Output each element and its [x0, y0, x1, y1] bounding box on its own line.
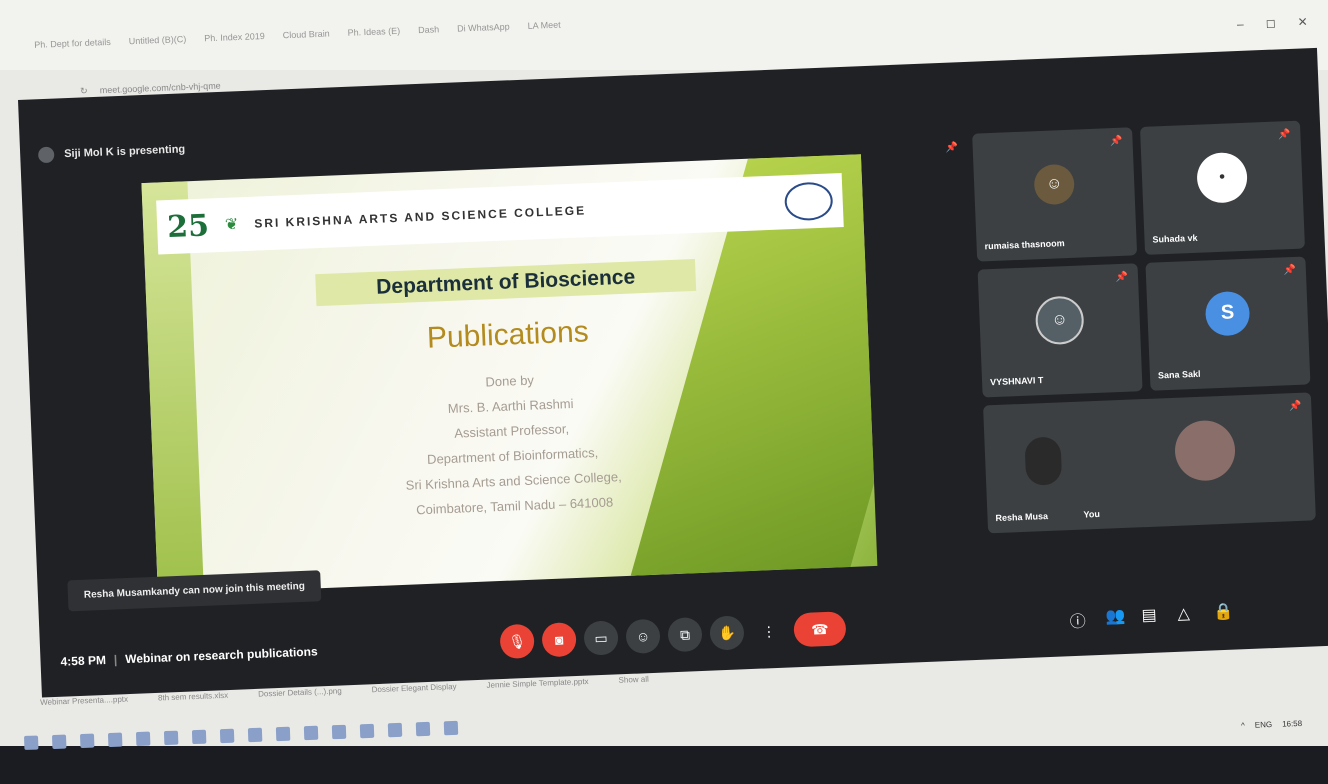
- window-controls: – ◻ ✕: [1237, 15, 1308, 31]
- avatar: [1024, 436, 1063, 486]
- browser-tab[interactable]: Ph. Ideas (E): [343, 24, 404, 40]
- taskbar-icons: [24, 720, 459, 750]
- college-name: SRI KRISHNA ARTS AND SCIENCE COLLEGE: [254, 203, 587, 231]
- pin-icon[interactable]: 📌: [1289, 401, 1302, 412]
- task-view-icon[interactable]: [107, 732, 123, 748]
- participant-grid: 📌 ☺ rumaisa thasnoom 📌 • Suhada vk 📌 ☺ V…: [972, 120, 1316, 534]
- college-emblem-icon: [783, 181, 834, 222]
- app-icon[interactable]: [387, 722, 403, 738]
- chat-icon[interactable]: ▤: [1141, 605, 1157, 626]
- participant-name: Sana Sakl: [1157, 368, 1201, 381]
- avatar: ☺: [1034, 295, 1085, 346]
- search-icon[interactable]: [51, 734, 67, 750]
- windows-taskbar: [0, 720, 1328, 784]
- leave-call-button[interactable]: ☎: [793, 611, 847, 648]
- download-item[interactable]: Webinar Presenta....pptx: [40, 695, 128, 707]
- browser-tab[interactable]: Dash: [414, 22, 444, 37]
- meeting-details: 4:58 PM | Webinar on research publications: [60, 644, 318, 669]
- participant-name: Suhada vk: [1152, 232, 1198, 245]
- cortana-icon[interactable]: [79, 733, 95, 749]
- app-icon[interactable]: [303, 725, 319, 741]
- tray-expand-icon[interactable]: ^: [1241, 721, 1245, 730]
- language-indicator: ENG: [1254, 719, 1273, 730]
- browser-tab[interactable]: Untitled (B)(C): [124, 32, 190, 49]
- captions-button[interactable]: ▭: [583, 620, 619, 656]
- download-item[interactable]: Dossier Details (...).png: [258, 686, 342, 698]
- camera-off-button[interactable]: ◙: [541, 622, 577, 658]
- self-label: You: [1083, 508, 1101, 520]
- department-heading: Department of Bioscience: [315, 258, 697, 307]
- presenting-label: Siji Mol K is presenting: [63, 143, 186, 161]
- browser-tab[interactable]: Ph. Index 2019: [200, 29, 269, 46]
- download-item[interactable]: Dossier Elegant Display: [372, 682, 457, 694]
- start-icon[interactable]: [24, 735, 39, 750]
- more-options-button[interactable]: ⋮: [751, 614, 786, 649]
- present-button[interactable]: ⧉: [667, 616, 703, 653]
- tab-list: Ph. Dept for details Untitled (B)(C) Ph.…: [30, 17, 565, 52]
- close-window-button[interactable]: ✕: [1298, 15, 1309, 29]
- self-video-icon: [1173, 419, 1237, 482]
- meeting-time: 4:58 PM: [60, 652, 107, 669]
- app-icon[interactable]: [415, 721, 431, 737]
- pin-icon[interactable]: 📌: [1278, 129, 1291, 140]
- browser-tab[interactable]: LA Meet: [523, 17, 565, 33]
- app-icon[interactable]: [443, 720, 459, 736]
- pin-icon[interactable]: 📌: [945, 142, 958, 153]
- join-notification-toast: Resha Musamkandy can now join this meeti…: [67, 570, 322, 612]
- file-explorer-icon[interactable]: [135, 731, 151, 747]
- pin-icon[interactable]: 📌: [1283, 265, 1296, 276]
- presenter-avatar-icon: [37, 146, 55, 164]
- avatar: S: [1204, 290, 1251, 337]
- presentation-slide: 25 ❦ SRI KRISHNA ARTS AND SCIENCE COLLEG…: [141, 154, 878, 595]
- meet-window: Siji Mol K is presenting 25 ❦ SRI KRISHN…: [18, 47, 1328, 698]
- slide-author-block: Done by Mrs. B. Aarthi Rashmi Assistant …: [149, 354, 874, 533]
- host-controls-icon[interactable]: 🔒: [1213, 602, 1234, 623]
- college-logo-icon: ❦: [224, 216, 239, 234]
- presenting-banner: Siji Mol K is presenting: [37, 141, 186, 164]
- reload-icon[interactable]: ↻: [80, 86, 88, 97]
- participant-tile[interactable]: 📌 S Sana Sakl: [1145, 256, 1311, 391]
- meeting-title: Webinar on research publications: [124, 644, 318, 667]
- app-icon[interactable]: [359, 723, 375, 739]
- browser-tab[interactable]: Di WhatsApp: [453, 19, 514, 35]
- avatar: •: [1196, 151, 1249, 204]
- participant-tile[interactable]: 📌 ☺ rumaisa thasnoom: [972, 127, 1138, 262]
- browser-tab[interactable]: Cloud Brain: [278, 26, 334, 42]
- app-icon[interactable]: [331, 724, 347, 740]
- mail-icon[interactable]: [247, 727, 263, 743]
- store-icon[interactable]: [191, 729, 207, 745]
- anniversary-logo: 25: [166, 207, 210, 245]
- maximize-button[interactable]: ◻: [1266, 16, 1276, 30]
- edge-icon[interactable]: [163, 730, 179, 746]
- participant-tile[interactable]: 📌 ☺ VYSHNAVI T: [977, 263, 1143, 398]
- people-icon[interactable]: 👥: [1105, 606, 1126, 627]
- participant-tile[interactable]: 📌 • Suhada vk: [1139, 120, 1305, 255]
- app-icon[interactable]: [275, 726, 291, 742]
- show-all-button[interactable]: Show all: [618, 675, 649, 685]
- avatar: ☺: [1033, 163, 1076, 206]
- activities-icon[interactable]: △: [1177, 603, 1190, 623]
- info-icon[interactable]: ⓘ: [1069, 608, 1086, 633]
- participant-name: VYSHNAVI T: [989, 375, 1044, 388]
- participant-name: rumaisa thasnoom: [984, 238, 1065, 252]
- minimize-button[interactable]: –: [1237, 17, 1244, 31]
- chrome-icon[interactable]: [219, 728, 235, 744]
- pin-icon[interactable]: 📌: [1115, 272, 1128, 283]
- raise-hand-button[interactable]: ✋: [709, 615, 745, 651]
- browser-tab[interactable]: Ph. Dept for details: [30, 35, 115, 52]
- participant-tile-self[interactable]: 📌 Resha Musa You: [983, 392, 1316, 534]
- system-tray: ^ ENG 16:58: [1241, 719, 1302, 730]
- emoji-button[interactable]: ☺: [625, 618, 661, 655]
- download-item[interactable]: 8th sem results.xlsx: [158, 691, 229, 703]
- participant-name: Resha Musa: [995, 511, 1049, 524]
- tray-clock: 16:58: [1281, 718, 1303, 729]
- mic-off-button[interactable]: 🎙: [499, 623, 535, 660]
- pin-icon[interactable]: 📌: [1110, 136, 1123, 147]
